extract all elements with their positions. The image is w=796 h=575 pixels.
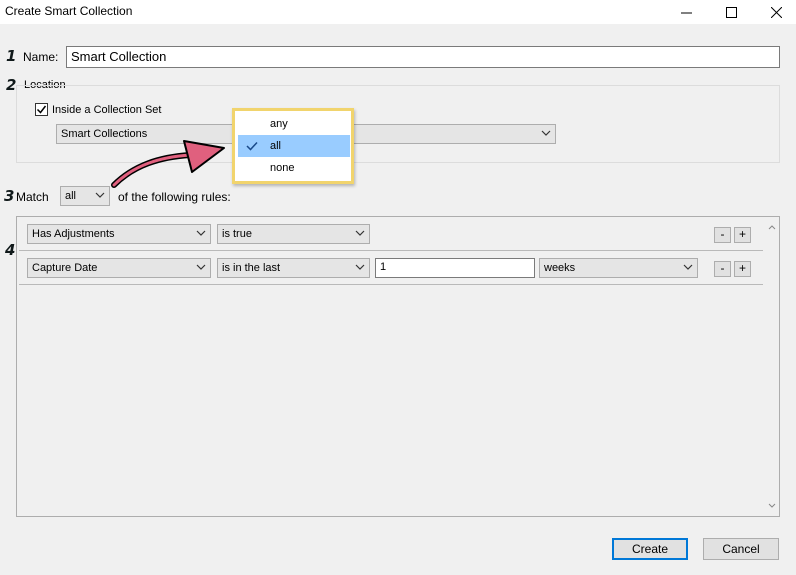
- inside-collection-set-checkbox[interactable]: [35, 103, 48, 116]
- rule-2-unit-value: weeks: [544, 262, 576, 274]
- rule-2-remove-button[interactable]: -: [714, 261, 731, 277]
- rule-2-operator-value: is in the last: [222, 262, 281, 274]
- rule-2-operator-select[interactable]: is in the last: [217, 258, 370, 278]
- rule-1-operator-value: is true: [222, 228, 252, 240]
- name-label: Name:: [23, 50, 59, 64]
- chevron-down-icon: [196, 264, 206, 270]
- match-option-all-label: all: [270, 140, 282, 152]
- match-label: Match: [16, 190, 49, 204]
- chevron-down-icon: [541, 130, 551, 136]
- rule-1-operator-select[interactable]: is true: [217, 224, 370, 244]
- chevron-down-icon: [355, 264, 365, 270]
- checkmark-icon: [246, 141, 258, 151]
- rule-1-field-value: Has Adjustments: [32, 228, 115, 240]
- maximize-icon: [725, 6, 737, 18]
- match-option-any[interactable]: any: [238, 113, 350, 135]
- rules-list[interactable]: Has Adjustments is true - + Capture Date…: [16, 216, 780, 517]
- scroll-down-button[interactable]: [765, 500, 779, 512]
- chevron-down-icon: [196, 230, 206, 236]
- rule-1-field-select[interactable]: Has Adjustments: [27, 224, 211, 244]
- title-bar: Create Smart Collection: [0, 0, 796, 24]
- annotation-step-1: 1: [6, 47, 17, 65]
- rule-2-value-input[interactable]: 1: [375, 258, 535, 278]
- scroll-up-button[interactable]: [765, 221, 779, 233]
- close-button[interactable]: [754, 0, 796, 24]
- chevron-down-icon: [355, 230, 365, 236]
- rule-1-remove-button[interactable]: -: [714, 227, 731, 243]
- chevron-down-icon: [768, 503, 776, 508]
- chevron-up-icon: [768, 225, 776, 230]
- chevron-down-icon: [683, 264, 693, 270]
- rule-1-add-button[interactable]: +: [734, 227, 751, 243]
- name-input[interactable]: Smart Collection: [66, 46, 780, 68]
- annotation-arrow-icon: [111, 140, 225, 188]
- rule-2-field-value: Capture Date: [32, 262, 98, 274]
- annotation-step-4: 4: [5, 241, 16, 259]
- annotation-step-3: 3: [4, 187, 15, 205]
- match-option-all[interactable]: all: [238, 135, 350, 157]
- window-title: Create Smart Collection: [5, 4, 133, 18]
- create-button[interactable]: Create: [612, 538, 688, 560]
- rule-2-field-select[interactable]: Capture Date: [27, 258, 211, 278]
- match-value: all: [65, 190, 77, 202]
- rule-divider: [19, 250, 763, 251]
- maximize-button[interactable]: [709, 0, 753, 24]
- checkmark-icon: [36, 105, 47, 114]
- cancel-button[interactable]: Cancel: [703, 538, 779, 560]
- close-icon: [770, 6, 782, 18]
- rule-2-unit-select[interactable]: weeks: [539, 258, 698, 278]
- rule-divider: [19, 284, 763, 285]
- rule-2-add-button[interactable]: +: [734, 261, 751, 277]
- annotation-step-2: 2: [6, 76, 17, 94]
- minimize-button[interactable]: [664, 0, 708, 24]
- minimize-icon: [680, 12, 692, 13]
- match-dropdown-menu: any all none: [232, 108, 354, 184]
- match-option-none[interactable]: none: [238, 157, 350, 179]
- inside-collection-set-label: Inside a Collection Set: [52, 104, 162, 116]
